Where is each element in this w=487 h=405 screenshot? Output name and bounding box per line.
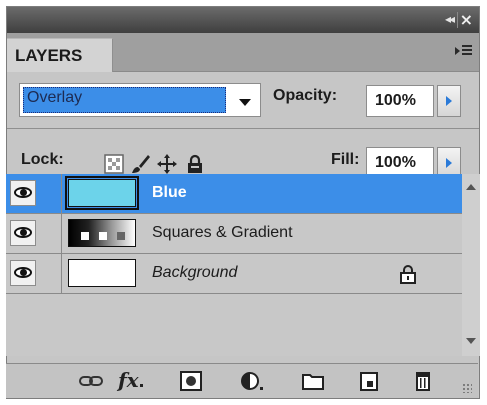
trash-icon[interactable] [410,370,436,392]
link-layers-icon[interactable] [78,370,104,392]
opacity-slider-button[interactable] [437,85,461,117]
adjustment-layer-icon[interactable] [238,370,264,392]
new-layer-icon[interactable] [356,370,382,392]
tab-layers-label: LAYERS [15,46,83,65]
layer-name[interactable]: Squares & Gradient [152,224,293,242]
layer-row-blue[interactable]: Blue [6,174,462,214]
fx-icon[interactable]: fx [118,368,139,392]
layers-list: Blue Squares & Gradient Background [6,174,480,356]
visibility-eye-icon[interactable] [10,260,36,286]
layer-row-background[interactable]: Background [6,254,462,294]
layer-name[interactable]: Blue [152,184,187,202]
layer-row-squares-gradient[interactable]: Squares & Gradient [6,214,462,254]
tab-row: LAYERS [7,33,479,72]
collapse-icon[interactable]: ◂◂ [445,12,455,26]
layer-mask-icon[interactable] [178,370,204,392]
opacity-input[interactable]: 100% [366,85,434,117]
new-group-icon[interactable] [300,370,326,392]
layers-scrollbar[interactable] [462,174,480,356]
fill-label: Fill: [331,151,360,168]
opacity-label: Opacity: [273,87,338,104]
lock-image-pixels-icon[interactable] [130,153,152,175]
layer-thumbnail [68,219,136,247]
lock-label: Lock: [21,151,64,168]
layer-lock-icon [400,265,416,284]
divider [7,128,479,129]
layers-empty-area [6,294,462,356]
layer-thumbnail [68,259,136,287]
visibility-eye-icon[interactable] [10,220,36,246]
layer-name[interactable]: Background [152,264,237,282]
close-icon[interactable]: × [460,10,473,29]
lock-all-icon[interactable] [184,153,206,175]
scroll-up-icon[interactable] [466,184,476,190]
blend-mode-value: Overlay [27,89,83,106]
chevron-down-icon [239,99,251,106]
tab-layers[interactable]: LAYERS [7,38,113,72]
panel-menu-icon[interactable] [455,44,473,58]
scroll-down-icon[interactable] [466,338,476,344]
bottom-toolbar: fx [6,363,478,398]
resize-grip-icon[interactable] [462,383,472,393]
titlebar-divider [457,12,458,28]
lock-transparent-pixels-icon[interactable] [103,153,125,175]
visibility-eye-icon[interactable] [10,180,36,206]
layer-thumbnail [65,176,139,210]
panel-titlebar: ◂◂ × [7,7,479,33]
blend-mode-dropdown[interactable]: Overlay [19,83,261,117]
lock-position-icon[interactable] [156,153,178,175]
